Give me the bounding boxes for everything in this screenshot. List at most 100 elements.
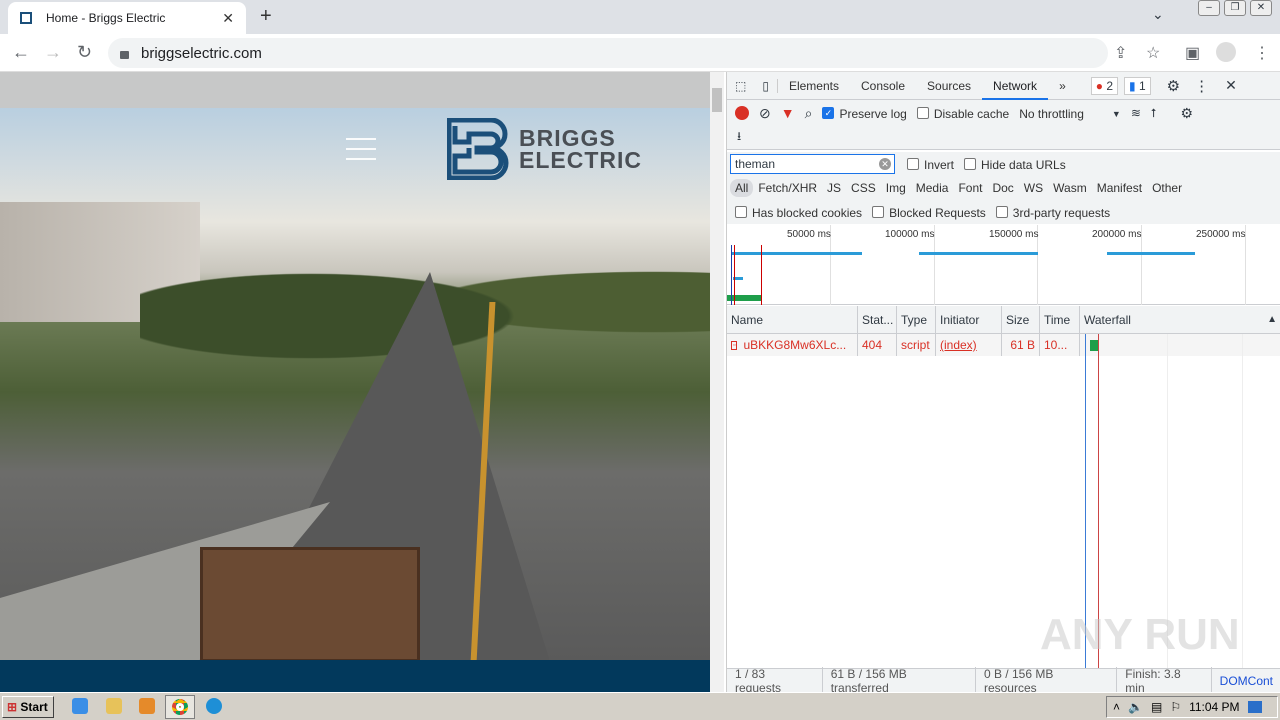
logo-mark-icon <box>447 118 509 180</box>
tab-network[interactable]: Network <box>982 72 1049 100</box>
hamburger-menu-icon[interactable] <box>346 138 376 168</box>
bookmark-star-icon[interactable]: ☆ <box>1146 43 1160 63</box>
close-window-button[interactable]: ✕ <box>1250 0 1272 16</box>
record-button[interactable] <box>735 106 749 120</box>
export-har-icon[interactable]: ⭳ <box>737 127 741 148</box>
menu-kebab-icon[interactable]: ⋮ <box>1254 43 1270 63</box>
address-bar[interactable]: briggselectric.com <box>108 38 1108 68</box>
logo-line2: ELECTRIC <box>519 147 642 173</box>
back-icon[interactable]: ← <box>12 42 30 63</box>
volume-icon[interactable]: 🔈 <box>1128 700 1143 714</box>
preserve-log-checkbox[interactable]: ✓ Preserve log <box>822 106 907 120</box>
more-tabs-button[interactable]: » <box>1048 72 1077 100</box>
close-tab-icon[interactable]: ✕ <box>222 10 234 27</box>
device-toolbar-icon[interactable]: ▯ <box>754 78 778 93</box>
network-conditions-icon[interactable]: ≋ <box>1131 106 1141 120</box>
clear-filter-icon[interactable]: ✕ <box>879 158 891 170</box>
tab-console[interactable]: Console <box>850 72 916 100</box>
type-filter-manifest[interactable]: Manifest <box>1092 179 1147 197</box>
edge-icon[interactable] <box>206 698 222 714</box>
table-row[interactable]: ▫ uBKKG8Mw6XLc... 404 script (index) 61 B… <box>727 334 1280 356</box>
disable-cache-checkbox[interactable]: Disable cache <box>916 106 1009 120</box>
new-tab-button[interactable]: + <box>260 5 272 28</box>
settings-gear-icon[interactable]: ⚙ <box>1167 77 1180 95</box>
type-filter-other[interactable]: Other <box>1147 179 1187 197</box>
col-status[interactable]: Stat... <box>858 306 897 333</box>
browser-toolbar: ← → ↻ briggselectric.com ⇪ ☆ ▣ ⋮ <box>0 34 1280 72</box>
inspect-element-icon[interactable]: ⬚ <box>727 79 754 93</box>
type-filter-wasm[interactable]: Wasm <box>1048 179 1092 197</box>
col-name[interactable]: Name <box>727 306 858 333</box>
third-party-checkbox[interactable]: 3rd-party requests <box>995 205 1110 219</box>
tab-elements[interactable]: Elements <box>778 72 850 100</box>
hide-data-urls-checkbox[interactable]: Hide data URLs <box>964 157 1066 171</box>
network-overview-timeline[interactable]: 50000 ms 100000 ms 150000 ms 200000 ms 2… <box>727 225 1280 305</box>
import-har-icon[interactable]: ⭡ <box>1151 106 1157 121</box>
type-filter-doc[interactable]: Doc <box>987 179 1018 197</box>
type-filter-media[interactable]: Media <box>911 179 954 197</box>
minimize-button[interactable]: – <box>1198 0 1220 16</box>
clear-icon[interactable]: ⊘ <box>759 105 771 122</box>
type-filter-js[interactable]: JS <box>822 179 846 197</box>
network-status-bar: 1 / 83 requests 61 B / 156 MB transferre… <box>727 666 1280 695</box>
col-time[interactable]: Time <box>1040 306 1080 333</box>
web-page-viewport: BRIGGS ELECTRIC <box>0 72 710 692</box>
col-initiator[interactable]: Initiator <box>936 306 1002 333</box>
error-count-badge[interactable]: ● 2 <box>1090 76 1119 95</box>
share-icon[interactable]: ⇪ <box>1114 43 1127 63</box>
devtools-menu-icon[interactable]: ⋮ <box>1194 77 1209 95</box>
profile-avatar[interactable] <box>1216 42 1236 62</box>
action-center-flag-icon[interactable]: ⚐ <box>1170 700 1181 714</box>
clock[interactable]: 11:04 PM <box>1189 700 1239 714</box>
type-filter-all[interactable]: All <box>730 179 754 197</box>
tick-label: 150000 ms <box>989 229 1039 240</box>
network-icon[interactable]: ▤ <box>1151 700 1162 714</box>
tab-search-chevron-icon[interactable]: ⌄ <box>1152 6 1164 23</box>
blocked-requests-checkbox[interactable]: Blocked Requests <box>872 205 986 219</box>
type-filter-ws[interactable]: WS <box>1019 179 1048 197</box>
timeline-bar <box>731 252 862 255</box>
message-count: 1 <box>1138 78 1146 93</box>
col-type[interactable]: Type <box>897 306 936 333</box>
throttling-select[interactable]: No throttling ▼ <box>1019 106 1121 120</box>
forward-icon[interactable]: → <box>44 42 62 63</box>
type-filter-fetch-xhr[interactable]: Fetch/XHR <box>753 179 822 197</box>
filter-icon[interactable]: ▼ <box>781 105 795 121</box>
tab-sources[interactable]: Sources <box>916 72 982 100</box>
sort-up-icon: ▲ <box>1267 314 1277 325</box>
message-count-badge[interactable]: ▮ 1 <box>1124 76 1151 95</box>
tray-expand-icon[interactable]: ˄ <box>1113 700 1120 714</box>
browser-tab[interactable]: Home - Briggs Electric ✕ <box>8 2 246 34</box>
request-time: 10... <box>1040 334 1080 356</box>
devtools-panel: ⬚ ▯ Elements Console Sources Network » ●… <box>726 72 1280 695</box>
reload-icon[interactable]: ↻ <box>77 42 92 63</box>
ie-icon[interactable] <box>72 698 88 714</box>
request-initiator-link[interactable]: (index) <box>936 334 1002 356</box>
type-filter-font[interactable]: Font <box>953 179 987 197</box>
request-type: script <box>897 334 936 356</box>
filter-input[interactable]: theman ✕ <box>730 154 895 174</box>
page-scrollbar[interactable] <box>710 72 724 692</box>
briggs-electric-logo[interactable]: BRIGGS ELECTRIC <box>447 118 642 180</box>
restore-button[interactable]: ❐ <box>1224 0 1246 16</box>
show-desktop-icon[interactable] <box>1247 701 1262 713</box>
error-count: 2 <box>1106 78 1114 93</box>
start-button[interactable]: ⊞ Start <box>2 696 54 718</box>
type-filter-css[interactable]: CSS <box>846 179 881 197</box>
close-devtools-icon[interactable]: ✕ <box>1225 77 1237 94</box>
search-icon[interactable]: ⌕ <box>805 105 813 122</box>
explorer-folder-icon[interactable] <box>106 698 122 714</box>
col-size[interactable]: Size <box>1002 306 1040 333</box>
script-file-icon: ▫ <box>731 340 738 350</box>
domcontentloaded-time: DOMCont <box>1219 673 1273 688</box>
network-settings-icon[interactable]: ⚙ <box>1181 105 1194 122</box>
system-tray: ˄ 🔈 ▤ ⚐ 11:04 PM <box>1106 696 1278 718</box>
invert-checkbox[interactable]: Invert <box>907 157 954 171</box>
side-panel-icon[interactable]: ▣ <box>1185 43 1200 63</box>
finish-time: Finish: 3.8 min <box>1117 666 1212 695</box>
media-player-icon[interactable] <box>139 698 155 714</box>
blocked-cookies-checkbox[interactable]: Has blocked cookies <box>735 205 862 219</box>
col-waterfall[interactable]: Waterfall ▲ <box>1080 306 1280 333</box>
type-filter-img[interactable]: Img <box>881 179 911 197</box>
chrome-taskbar-button[interactable] <box>165 695 195 719</box>
